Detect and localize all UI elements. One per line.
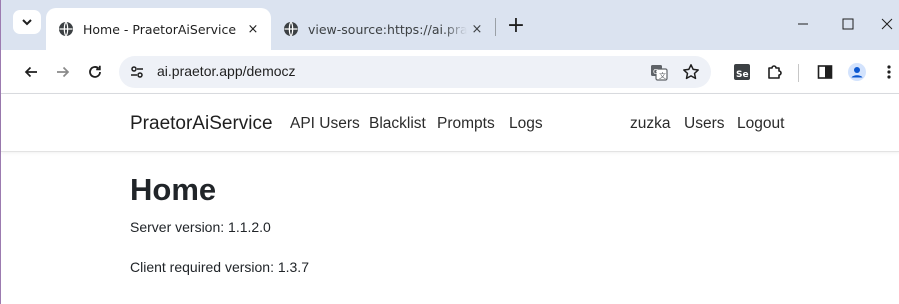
new-tab-button[interactable]: +: [503, 13, 529, 39]
server-version-text: Server version: 1.1.2.0: [130, 219, 271, 235]
reload-button[interactable]: [81, 58, 109, 86]
client-version-text: Client required version: 1.3.7: [130, 259, 309, 275]
selenium-extension-button[interactable]: Se: [728, 58, 756, 86]
brand-link[interactable]: PraetorAiService: [130, 113, 273, 135]
selenium-icon: Se: [734, 64, 750, 80]
tab-title: view-source:https://ai.praetor.ai: [308, 21, 467, 37]
globe-icon: [58, 21, 74, 37]
toolbar-divider: [798, 64, 799, 82]
side-panel-icon: [817, 65, 833, 79]
svg-text:G: G: [653, 68, 658, 76]
nav-link-username[interactable]: zuzka: [630, 115, 671, 133]
back-icon: [24, 66, 37, 78]
url-text[interactable]: ai.praetor.app/democz: [157, 63, 296, 79]
profile-icon: [848, 63, 866, 81]
maximize-button[interactable]: [828, 10, 868, 38]
nav-link-prompts[interactable]: Prompts: [437, 115, 495, 133]
nav-link-logout[interactable]: Logout: [737, 115, 784, 133]
page-title: Home: [130, 172, 217, 207]
svg-text:Se: Se: [736, 70, 749, 80]
extensions-button[interactable]: [761, 58, 789, 86]
nav-link-blacklist[interactable]: Blacklist: [369, 115, 426, 133]
svg-text:文: 文: [659, 71, 666, 80]
extensions-icon: [768, 65, 782, 79]
site-info-button[interactable]: [125, 60, 149, 84]
browser-toolbar: ai.praetor.app/democz G文 Se: [1, 50, 899, 94]
tab-home[interactable]: Home - PraetorAiService ×: [46, 8, 271, 50]
close-tab-button[interactable]: ×: [467, 19, 487, 39]
maximize-icon: [842, 18, 854, 30]
nav-link-api-users[interactable]: API Users: [290, 115, 360, 133]
address-bar[interactable]: ai.praetor.app/democz G文: [119, 56, 711, 88]
forward-icon: [57, 66, 70, 78]
browser-window: Home - PraetorAiService × view-source:ht…: [0, 0, 899, 304]
bookmark-star-icon: [683, 64, 699, 80]
tab-separator: [495, 18, 496, 36]
back-button[interactable]: [17, 58, 45, 86]
plus-icon: +: [506, 13, 526, 38]
globe-icon: [283, 21, 299, 37]
translate-button[interactable]: G文: [647, 60, 671, 84]
web-page: PraetorAiService API Users Blacklist Pro…: [1, 94, 899, 304]
translate-icon: G文: [651, 65, 668, 81]
forward-button[interactable]: [49, 58, 77, 86]
close-window-button[interactable]: [867, 10, 899, 38]
tab-view-source[interactable]: view-source:https://ai.praetor.ai ×: [273, 8, 495, 50]
menu-icon: [887, 65, 891, 79]
minimize-icon: [798, 23, 808, 25]
tab-strip: Home - PraetorAiService × view-source:ht…: [1, 0, 899, 50]
browser-menu-button[interactable]: [875, 58, 899, 86]
close-tab-button[interactable]: ×: [243, 19, 263, 39]
site-info-icon: [131, 66, 143, 78]
side-panel-button[interactable]: [811, 58, 839, 86]
nav-link-users[interactable]: Users: [684, 115, 724, 133]
profile-button[interactable]: [843, 58, 871, 86]
minimize-button[interactable]: [783, 10, 823, 38]
tab-title: Home - PraetorAiService: [83, 21, 237, 37]
bookmark-button[interactable]: [679, 60, 703, 84]
tab-list-icon: [22, 19, 32, 26]
site-navbar: PraetorAiService API Users Blacklist Pro…: [1, 94, 899, 152]
close-window-icon: [881, 18, 893, 30]
tab-list-button[interactable]: [13, 10, 41, 34]
nav-link-logs[interactable]: Logs: [509, 115, 543, 133]
reload-icon: [89, 65, 101, 78]
